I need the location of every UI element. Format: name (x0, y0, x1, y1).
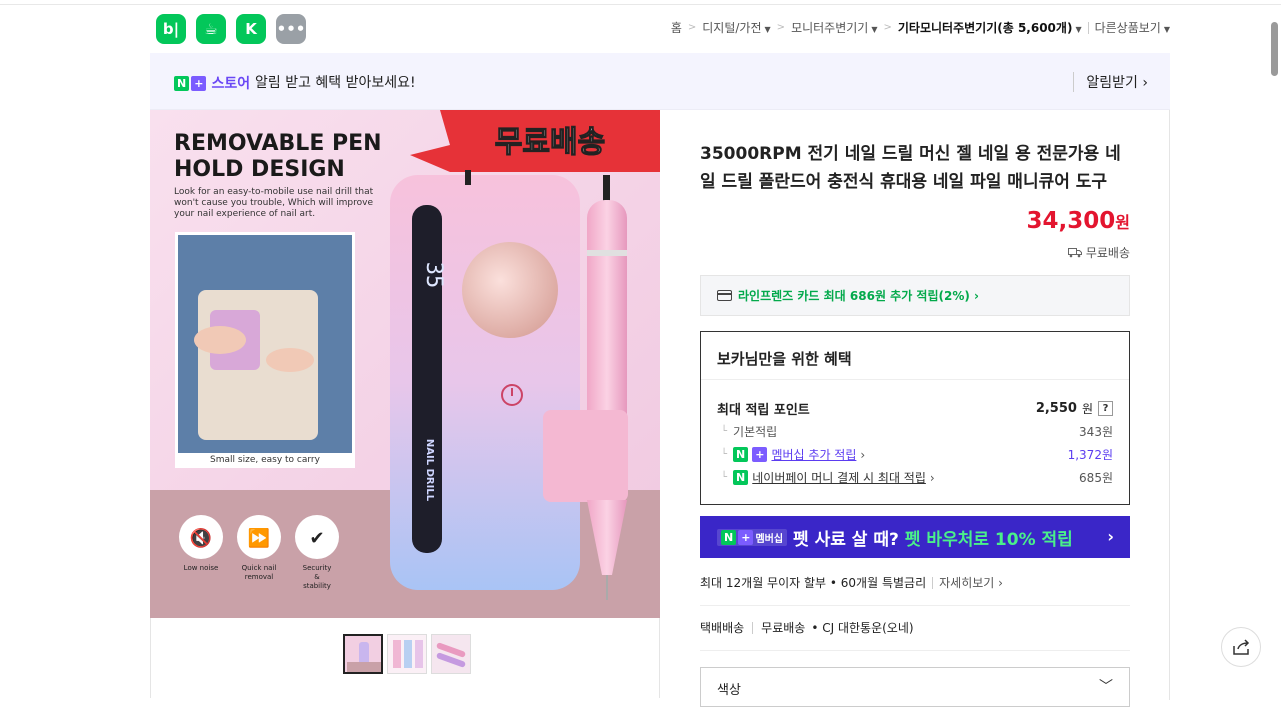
divider (700, 650, 1130, 651)
top-divider (0, 0, 1281, 5)
breadcrumb-home[interactable]: 홈 (671, 19, 682, 36)
image-desc-1: Look for an easy-to-mobile use nail dril… (174, 187, 374, 197)
thumbnail-image (345, 636, 381, 672)
fast-forward-icon: ⏩ (248, 527, 270, 549)
caret-down-icon: ▼ (1075, 25, 1082, 34)
pet-voucher-banner[interactable]: N + 멤버십 펫 사료 살 때? 펫 바우처로 10% 적립 › (700, 516, 1130, 558)
speaker-mute-icon: 🔇 (190, 527, 212, 549)
store-label: 스토어 (211, 76, 251, 92)
membership-points-link[interactable]: 멤버십 추가 적립 (771, 446, 856, 463)
breadcrumb-cat3[interactable]: 기타모니터주변기기(총 5,600개) ▼ (898, 19, 1082, 36)
naver-n-icon: N (721, 529, 737, 545)
feature-label-3c: stability (303, 582, 331, 590)
naver-pay-icon: N (733, 470, 749, 485)
product-illustration: 무료배송 REMOVABLE PEN HOLD DESIGN Look for … (150, 110, 660, 618)
installment-details-link[interactable]: 자세히보기 › (939, 574, 1003, 591)
membership-points-row: └ N + 멤버십 추가 적립 › 1,372원 (721, 446, 1113, 463)
store-notice-banner: N + 스토어 알림 받고 혜택 받아보세요! 알림받기 › (150, 53, 1170, 110)
cafe-icon[interactable]: ☕ (196, 14, 226, 44)
benefit-title: 보카님만을 위한 혜택 (701, 332, 1129, 380)
other-products-dropdown[interactable]: 다른상품보기 ▼ (1095, 19, 1170, 36)
image-headline-1: REMOVABLE PEN (174, 131, 382, 156)
feature-label-1: Low noise (184, 564, 219, 572)
plus-icon: + (191, 75, 207, 91)
navigate-icon[interactable]: K (236, 14, 266, 44)
share-icon (1233, 639, 1250, 655)
breadcrumb-separator-icon: > (687, 22, 697, 33)
banner-message: 알림 받고 혜택 받아보세요! (255, 75, 416, 91)
basic-points-row: └ 기본적립 343원 (721, 425, 1113, 439)
thumbnail-image (432, 635, 470, 673)
naver-n-icon: N (733, 447, 749, 462)
caret-down-icon: ▼ (1163, 25, 1170, 34)
image-desc-3: your nail experience of nail art. (174, 209, 315, 219)
feature-label-2b: removal (245, 573, 274, 581)
breadcrumb-cat1[interactable]: 디지털/가전 ▼ (702, 19, 770, 36)
photo-caption: Small size, easy to carry (210, 455, 321, 465)
thumbnail-2[interactable] (387, 634, 427, 674)
alarm-button[interactable]: 알림받기 › (1073, 72, 1148, 92)
more-icon[interactable]: ••• (276, 14, 306, 44)
breadcrumb-separator-icon: > (776, 22, 786, 33)
card-benefit-link[interactable]: 라인프렌즈 카드 최대 686원 추가 적립(2%) › (700, 275, 1130, 316)
chevron-right-icon: › (860, 447, 866, 462)
free-shipping-badge: 무료배송 (495, 125, 605, 160)
plus-icon: + (738, 529, 754, 545)
pay-points-row: └ N 네이버페이 머니 결제 시 최대 적립 › 685원 (721, 469, 1113, 486)
product-title: 35000RPM 전기 네일 드릴 머신 젤 네일 용 전문가용 네일 드릴 폴… (700, 144, 1121, 192)
credit-card-icon (717, 290, 732, 301)
divider (700, 605, 1130, 606)
benefit-box: 보카님만을 위한 혜택 최대 적립 포인트 2,550 원? └ 기본적립 343원… (700, 331, 1130, 505)
page-scrollbar[interactable] (1271, 22, 1278, 76)
naver-plus-store-logo: N + 스토어 (174, 73, 250, 93)
tree-branch-icon: └ (721, 449, 728, 460)
share-button[interactable] (1221, 627, 1261, 667)
installment-info: 최대 12개월 무이자 할부 • 60개월 특별금리 자세히보기 › (700, 574, 1003, 591)
color-option-select[interactable]: 색상 ﹀ (700, 667, 1130, 707)
tree-branch-icon: └ (721, 472, 728, 483)
device-display: 35 (421, 262, 446, 289)
device-label: NAIL DRILL (424, 439, 435, 502)
thumbnail-image (388, 635, 426, 673)
tree-branch-icon: └ (721, 426, 728, 437)
shipping-info: 무료배송 (1067, 244, 1130, 261)
plus-icon: + (752, 447, 768, 462)
feature-label-3a: Security (303, 564, 332, 572)
caret-down-icon: ▼ (871, 25, 878, 34)
shield-check-icon: ✔ (309, 528, 324, 549)
breadcrumb-separator-icon: > (883, 22, 892, 33)
feature-label-3b: & (314, 573, 320, 581)
naver-n-icon: N (174, 75, 190, 91)
pay-points-link[interactable]: 네이버페이 머니 결제 시 최대 적립 (752, 469, 926, 486)
chevron-right-icon: › (1107, 527, 1114, 546)
divider (1087, 21, 1089, 34)
blog-icon[interactable]: b| (156, 14, 186, 44)
feature-label-2a: Quick nail (242, 564, 277, 572)
thumbnail-3[interactable] (431, 634, 471, 674)
truck-icon (1067, 248, 1082, 258)
thumbnail-list (343, 634, 471, 674)
product-main-image[interactable]: 무료배송 REMOVABLE PEN HOLD DESIGN Look for … (150, 110, 660, 618)
chevron-right-icon: › (929, 470, 935, 485)
max-points-row: 최대 적립 포인트 2,550 원? (717, 399, 1113, 418)
delivery-info: 택배배송 무료배송 • CJ 대한통운(오네) (700, 621, 914, 635)
membership-badge: N + 멤버십 (717, 528, 788, 546)
app-icons: b| ☕ K ••• (156, 14, 306, 44)
help-icon[interactable]: ? (1098, 401, 1113, 416)
thumbnail-1[interactable] (343, 634, 383, 674)
breadcrumb-cat2[interactable]: 모니터주변기기 ▼ (791, 19, 877, 36)
caret-down-icon: ▼ (764, 25, 771, 34)
breadcrumb: 홈 > 디지털/가전 ▼ > 모니터주변기기 ▼ > 기타모니터주변기기(총 5,6… (671, 19, 1170, 36)
image-desc-2: won't cause you trouble, Which will impr… (174, 198, 373, 208)
image-headline-2: HOLD DESIGN (174, 157, 345, 182)
chevron-down-icon: ﹀ (1099, 679, 1113, 695)
product-price: 34,300원 (1026, 208, 1131, 234)
